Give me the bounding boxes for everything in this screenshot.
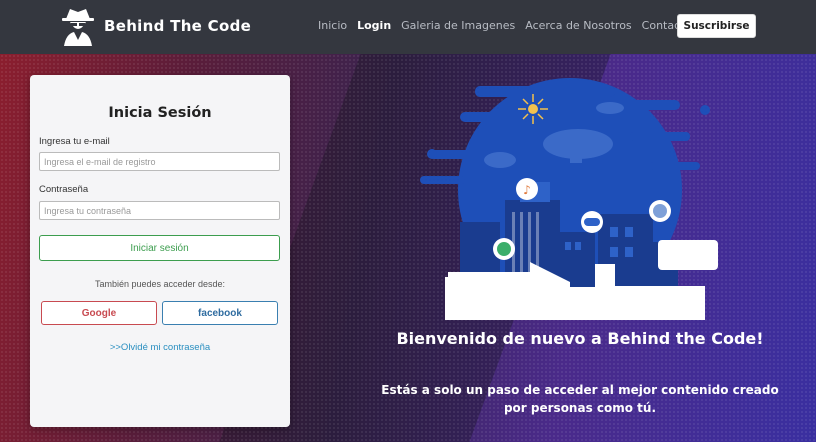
nav-link-login[interactable]: Login — [357, 19, 391, 32]
spy-hacker-icon — [62, 9, 94, 46]
email-field[interactable]: Ingresa el e-mail de registro — [39, 152, 280, 171]
email-label: Ingresa tu e-mail — [39, 136, 110, 147]
svg-text:♪: ♪ — [523, 183, 531, 197]
brand[interactable]: Behind The Code — [60, 6, 251, 46]
forgot-password-link[interactable]: >>Olvidé mi contraseña — [30, 342, 290, 353]
navbar: Behind The Code Inicio Login Galeria de … — [0, 0, 816, 54]
alt-login-text: También puedes acceder desde: — [94, 279, 226, 289]
facebook-login-button[interactable]: facebook — [162, 301, 278, 325]
nav-links: Inicio Login Galeria de Imagenes Acerca … — [318, 19, 701, 32]
login-submit-button[interactable]: Iniciar sesión — [39, 235, 280, 261]
subscribe-button[interactable]: Suscribirse — [677, 14, 756, 38]
login-card: Inicia Sesión Ingresa tu e-mail Ingresa … — [30, 75, 290, 427]
hero-subheading: Estás a solo un paso de acceder al mejor… — [381, 383, 779, 415]
hero-heading: Bienvenido de nuevo a Behind the Code! — [396, 329, 764, 348]
brand-name: Behind The Code — [104, 17, 252, 35]
nav-link-acerca[interactable]: Acerca de Nosotros — [525, 19, 631, 32]
google-login-button[interactable]: Google — [41, 301, 157, 325]
nav-link-galeria[interactable]: Galeria de Imagenes — [401, 19, 515, 32]
city-illustration: ♪ — [420, 78, 718, 320]
login-title: Inicia Sesión — [108, 105, 212, 121]
nav-link-inicio[interactable]: Inicio — [318, 19, 347, 32]
password-field[interactable]: Ingresa tu contraseña — [39, 201, 280, 220]
password-label: Contraseña — [39, 184, 89, 195]
